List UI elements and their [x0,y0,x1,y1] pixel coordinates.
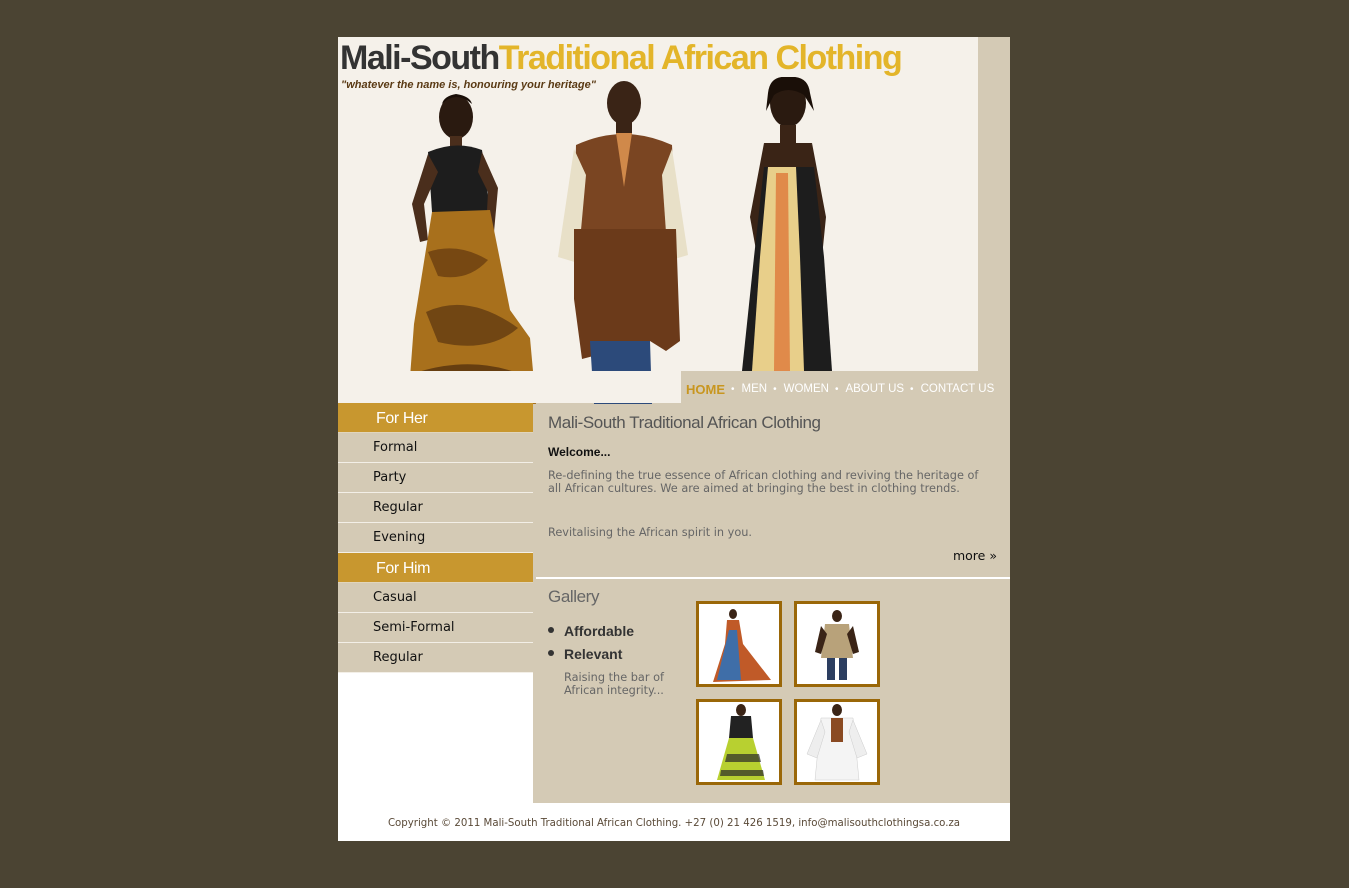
model-woman-left-image [408,94,536,404]
robe-photo-icon [806,704,868,781]
category-heading-for-her[interactable]: For Her [338,403,533,433]
sidebar-item-regular-her[interactable]: Regular [338,493,533,523]
copyright-text: Copyright © 2011 Mali-South Traditional … [387,818,961,829]
header-banner: Mali-SouthTraditional African Clothing "… [338,37,978,404]
spirit-paragraph: Revitalising the African spirit in you. [548,526,753,539]
nav-home[interactable]: HOME [686,382,725,397]
intro-paragraph: Re-defining the true essence of African … [548,469,979,495]
nav-about-us[interactable]: ABOUT US [845,383,904,395]
gallery-thumbnail[interactable] [794,601,880,687]
sidebar-item-semi-formal[interactable]: Semi-Formal [338,613,533,643]
gallery-thumbnail[interactable] [696,699,782,785]
sidebar-item-formal[interactable]: Formal [338,433,533,463]
category-sidebar: For Her Formal Party Regular Evening For… [338,403,533,806]
gallery-bullet-affordable: Affordable [548,623,634,639]
footer: Copyright © 2011 Mali-South Traditional … [338,803,1010,841]
skirt-photo-icon [717,704,765,780]
welcome-section: Mali-South Traditional African Clothing … [536,403,1010,577]
nav-women[interactable]: WOMEN [784,383,829,395]
bullet-icon [548,650,554,657]
gallery-description: Raising the bar of African integrity... [564,671,664,697]
site-logo[interactable]: Mali-SouthTraditional African Clothing [340,39,903,78]
model-man-center-image [558,81,688,404]
nav-men[interactable]: MEN [742,383,768,395]
category-heading-for-him[interactable]: For Him [338,553,533,583]
logo-brand-name: Mali-South [340,39,500,77]
shirt-photo-icon [815,610,859,680]
nav-separator: • [910,383,914,395]
bullet-label: Affordable [564,623,634,639]
bullet-icon [548,627,554,634]
nav-separator: • [731,383,735,395]
gallery-title: Gallery [548,587,600,606]
section-title: Mali-South Traditional African Clothing [548,413,821,432]
page-container: Mali-SouthTraditional African Clothing "… [338,37,1010,841]
sidebar-item-evening[interactable]: Evening [338,523,533,553]
main-navigation: HOME • MEN • WOMEN • ABOUT US • CONTACT … [686,381,994,397]
model-woman-right-image [742,77,832,371]
gallery-thumbnail[interactable] [696,601,782,687]
nav-contact-us[interactable]: CONTACT US [921,383,995,395]
logo-subtitle: Traditional African Clothing [498,39,903,77]
welcome-heading: Welcome... [548,445,611,459]
sidebar-item-casual[interactable]: Casual [338,583,533,613]
gallery-bullet-relevant: Relevant [548,646,622,662]
more-link[interactable]: more » [953,548,997,563]
header-banner-lower [338,371,681,403]
gallery-thumbnail[interactable] [794,699,880,785]
sidebar-item-regular-him[interactable]: Regular [338,643,533,673]
gown-photo-icon [713,609,771,682]
nav-separator: • [773,383,777,395]
sidebar-item-party[interactable]: Party [338,463,533,493]
nav-separator: • [834,383,839,395]
gallery-section: Gallery Affordable Relevant Raising the … [536,579,1010,803]
bullet-label: Relevant [564,646,623,662]
